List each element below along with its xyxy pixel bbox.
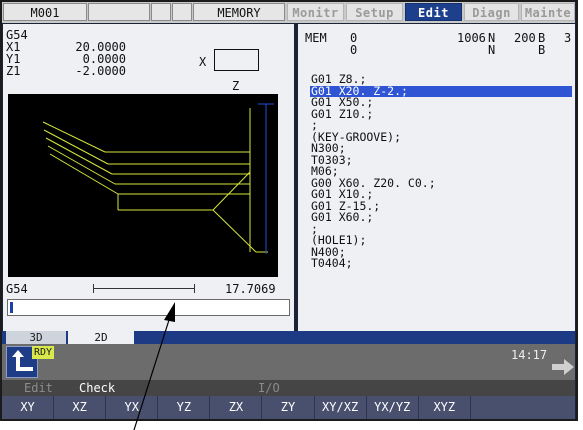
softkey-xz[interactable]: XZ <box>54 396 107 419</box>
tab-diagn[interactable]: Diagn <box>464 3 519 21</box>
block-value: 3 <box>564 31 572 45</box>
next-menu-arrow-icon[interactable] <box>552 359 574 375</box>
softkey-xy[interactable]: XY <box>2 396 55 419</box>
graphic-panel: G54 X1 20.0000 Y1 0.0000 Z1 -2.0000 X Z <box>3 24 294 331</box>
softkey-xy-xz[interactable]: XY/XZ <box>315 396 367 419</box>
plane-vertical-label: Z <box>232 79 240 93</box>
status-blank-3 <box>172 3 192 21</box>
mode-check[interactable]: Check <box>79 381 115 395</box>
mode-indicator: MEMORY <box>193 3 285 21</box>
top-bar: M001 MEMORY Monitr Setup Edit Diagn Main… <box>2 2 575 23</box>
o-number-2: 0 <box>350 43 358 57</box>
tab-3d[interactable]: 3D <box>6 331 66 344</box>
axis-row-z: Z1 -2.0000 <box>6 64 126 78</box>
program-line[interactable]: (KEY-GROOVE); <box>310 131 572 144</box>
softkey-zx[interactable]: ZX <box>210 396 263 419</box>
tab-setup[interactable]: Setup <box>346 3 403 21</box>
status-blank-1 <box>88 3 150 21</box>
n-number-2: 200 <box>514 31 536 45</box>
tab-edit[interactable]: Edit <box>405 3 462 21</box>
softkey-blank[interactable] <box>471 396 523 419</box>
softkey-zy[interactable]: ZY <box>262 396 315 419</box>
program-line[interactable]: G01 X60.; <box>310 211 572 224</box>
program-listing[interactable]: G01 Z8.; G01 X20. Z-2.; G01 X50.; G01 Z1… <box>310 73 572 270</box>
softkey-bar: XY XZ YX YZ ZX ZY XY/XZ YX/YZ XYZ <box>2 396 575 419</box>
axis-name: Z1 <box>6 64 21 78</box>
program-line[interactable]: (HOLE1); <box>310 234 572 247</box>
toolpath-lines <box>42 108 268 253</box>
axis-lines <box>258 103 274 254</box>
scale-bar-tick-right <box>194 284 195 293</box>
toolpath-svg <box>42 103 274 254</box>
scale-value: 17.7069 <box>225 282 276 296</box>
status-bar: RDY 14:17 <box>2 344 575 380</box>
tab-monitr[interactable]: Monitr <box>287 3 344 21</box>
program-line[interactable]: G01 Z10.; <box>310 108 572 121</box>
program-line[interactable]: T0404; <box>310 257 572 270</box>
plane-horizontal-label: X <box>199 55 207 69</box>
b-label-2: B <box>538 43 546 57</box>
softkey-yx-yz[interactable]: YX/YZ <box>367 396 419 419</box>
status-blank-2 <box>151 3 171 21</box>
mode-io[interactable]: I/O <box>258 381 280 395</box>
ready-status: RDY <box>32 346 55 359</box>
program-editor[interactable]: MEM 0 0 1006 N N 200 B B 3 G01 Z8.; G01 … <box>298 24 575 331</box>
n-label-2: N <box>488 43 496 57</box>
callout-arrow <box>133 302 175 430</box>
editor-mode: MEM <box>305 31 327 45</box>
program-line[interactable]: T0303; <box>310 154 572 167</box>
plane-axis-box[interactable] <box>214 49 259 71</box>
n-number-1: 1006 <box>457 31 486 45</box>
axis-value: -2.0000 <box>75 64 126 78</box>
graph-coordinate: G54 <box>6 282 28 296</box>
scale-bar-tick-left <box>93 284 94 293</box>
scale-bar <box>93 288 195 289</box>
program-number: M001 <box>3 3 87 21</box>
slider-thumb[interactable] <box>10 302 13 313</box>
softkey-xyz[interactable]: XYZ <box>419 396 471 419</box>
view-tab-bar: 3D 2D <box>2 331 575 344</box>
toolpath-graphic[interactable] <box>8 94 278 277</box>
mode-bar: Edit Check I/O <box>2 380 575 396</box>
tab-mainte[interactable]: Mainte <box>521 3 575 21</box>
mode-edit[interactable]: Edit <box>24 381 53 395</box>
clock: 14:17 <box>511 348 548 362</box>
